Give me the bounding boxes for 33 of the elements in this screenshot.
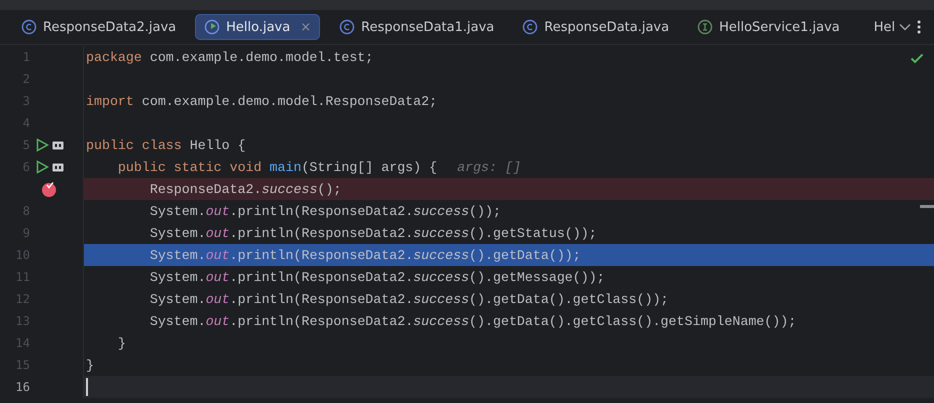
- code-line: import com.example.demo.model.ResponseData2;: [86, 92, 438, 110]
- class-icon: [21, 19, 37, 35]
- code-line: System.out.println(ResponseData2.success().getData().getClass());: [148, 290, 669, 308]
- scrollbar-marker: [920, 205, 934, 208]
- code-line: System.out.println(ResponseData2.success().getData().getClass().getSimpleName());: [148, 312, 796, 330]
- file-tab[interactable]: ResponseData1.java: [330, 14, 504, 40]
- file-tab[interactable]: Hell: [858, 14, 898, 40]
- file-tab[interactable]: ResponseData2.java: [12, 14, 186, 40]
- code-line: System.out.println(ResponseData2.success());: [148, 202, 501, 220]
- code-line: public class Hello {: [86, 136, 246, 154]
- text-caret: [86, 378, 88, 396]
- file-tab[interactable]: ResponseData.java: [513, 14, 678, 40]
- console-icon[interactable]: [52, 140, 64, 150]
- class-icon: [204, 19, 220, 35]
- code-line: }: [86, 356, 94, 374]
- code-line: System.out.println(ResponseData2.success().getData());: [148, 246, 581, 264]
- code-line: System.out.println(ResponseData2.success().getStatus());: [148, 224, 597, 242]
- interface-icon: [697, 19, 714, 35]
- run-icon[interactable]: [36, 160, 49, 174]
- file-tab[interactable]: HelloService1.java: [688, 14, 849, 40]
- console-icon[interactable]: [52, 162, 64, 172]
- code-line: ResponseData2.success();: [148, 180, 342, 198]
- line-number: 16: [16, 380, 30, 394]
- file-tab[interactable]: Hello.java ×: [195, 14, 320, 40]
- code-line: System.out.println(ResponseData2.success().getMessage());: [148, 268, 605, 286]
- class-icon: [339, 19, 356, 35]
- code-line: }: [116, 334, 126, 352]
- breakpoint-icon[interactable]: [40, 180, 58, 198]
- class-icon: [522, 19, 538, 35]
- run-icon[interactable]: [36, 138, 49, 152]
- code-line: public static void main(String[] args) { args: []: [116, 158, 521, 176]
- code-line: package com.example.demo.model.test;: [86, 48, 374, 66]
- check-icon[interactable]: [910, 53, 924, 64]
